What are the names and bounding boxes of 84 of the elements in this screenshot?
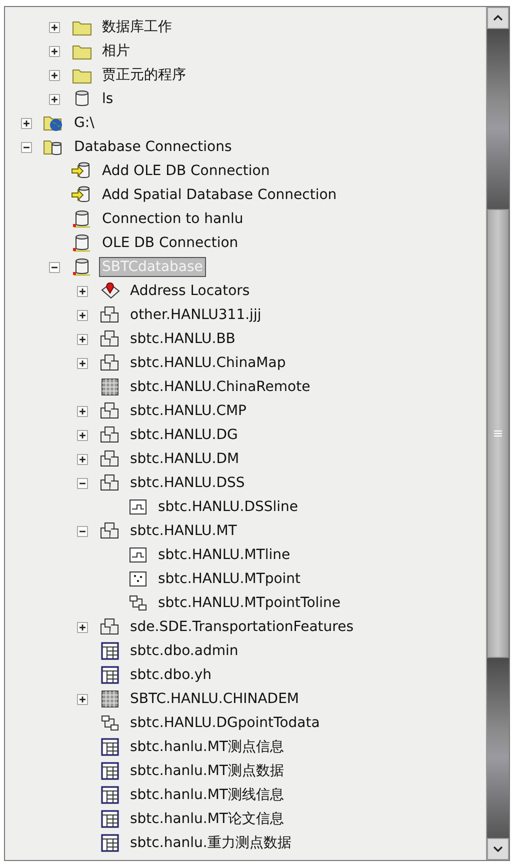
grip-icon (494, 430, 502, 437)
tree-item[interactable]: sde.SDE.TransportationFeatures (127, 617, 356, 637)
scrollbar[interactable] (486, 7, 509, 860)
collapse-icon[interactable] (76, 526, 88, 536)
table-icon (99, 641, 121, 661)
point-icon (127, 569, 149, 589)
tree-item[interactable]: sbtc.dbo.admin (127, 641, 242, 661)
database-icon (71, 257, 93, 277)
tree-item[interactable]: sbtc.HANLU.MTpoint (155, 569, 304, 589)
dataset-icon (99, 473, 121, 493)
dataset-icon (99, 305, 121, 325)
expand-icon[interactable] (76, 334, 88, 344)
tree-item[interactable]: sbtc.hanlu.MT测点信息 (127, 736, 287, 758)
dataset-icon (99, 617, 121, 637)
tree-item[interactable]: sbtc.HANLU.DSSline (155, 497, 302, 517)
collapse-icon[interactable] (48, 262, 60, 272)
expand-icon[interactable] (48, 46, 60, 56)
dataset-icon (99, 353, 121, 373)
tree-item[interactable]: Connection to hanlu (99, 209, 246, 229)
tree-item[interactable]: sbtc.HANLU.CMP (127, 401, 250, 421)
relationship-icon (127, 593, 149, 613)
tree-item[interactable]: sbtc.hanlu.MT测点数据 (127, 760, 287, 782)
table-icon (99, 785, 121, 805)
expand-icon[interactable] (76, 454, 88, 464)
tree-item[interactable]: SBTC.HANLU.CHINADEM (127, 689, 302, 709)
expand-icon[interactable] (20, 118, 32, 128)
database-icon (71, 233, 93, 253)
relationship-icon (99, 713, 121, 733)
grid-icon (99, 689, 121, 709)
expand-icon[interactable] (48, 70, 60, 80)
tree-item[interactable]: 数据库工作 (99, 16, 175, 38)
expand-icon[interactable] (76, 622, 88, 632)
expand-icon[interactable] (76, 406, 88, 416)
expand-icon[interactable] (76, 286, 88, 296)
database-icon (71, 209, 93, 229)
table-icon (99, 833, 121, 853)
expand-icon[interactable] (76, 358, 88, 368)
table-icon (99, 737, 121, 757)
tree-item[interactable]: sbtc.HANLU.DG (127, 425, 241, 445)
tree-item[interactable]: Add Spatial Database Connection (99, 185, 340, 205)
expand-icon[interactable] (76, 694, 88, 704)
tree-item[interactable]: sbtc.dbo.yh (127, 665, 215, 685)
tree-item[interactable]: sbtc.HANLU.MT (127, 521, 240, 541)
scroll-up-button[interactable] (487, 7, 509, 29)
tree-item[interactable]: sbtc.hanlu.MT论文信息 (127, 808, 287, 830)
scroll-down-button[interactable] (487, 838, 509, 860)
tree-item[interactable]: sbtc.HANLU.ChinaRemote (127, 377, 314, 397)
dataset-icon (99, 521, 121, 541)
tree-item[interactable]: ls (99, 89, 116, 109)
tree-item[interactable]: Address Locators (127, 281, 253, 301)
tree-item[interactable]: sbtc.HANLU.DSS (127, 473, 248, 493)
expand-icon[interactable] (76, 310, 88, 320)
expand-icon[interactable] (76, 430, 88, 440)
grid-icon (99, 377, 121, 397)
collapse-icon[interactable] (76, 478, 88, 488)
tree-item[interactable]: OLE DB Connection (99, 233, 242, 253)
caret-down-icon (493, 846, 503, 852)
caret-up-icon (493, 15, 503, 21)
tree-item[interactable]: Add OLE DB Connection (99, 161, 273, 181)
dataset-icon (99, 425, 121, 445)
tree-item[interactable]: 贾正元的程序 (99, 64, 189, 86)
scroll-thumb[interactable] (487, 209, 509, 658)
table-icon (99, 665, 121, 685)
dataset-icon (99, 449, 121, 469)
tree-item[interactable]: sbtc.HANLU.DM (127, 449, 242, 469)
dataset-icon (99, 401, 121, 421)
collapse-icon[interactable] (20, 142, 32, 152)
tree-item[interactable]: sbtc.hanlu.MT测线信息 (127, 784, 287, 806)
expand-icon[interactable] (48, 22, 60, 32)
table-icon (99, 809, 121, 829)
tree-item[interactable]: sbtc.HANLU.MTline (155, 545, 294, 565)
tree-item[interactable]: 相片 (99, 40, 133, 62)
expand-icon[interactable] (48, 94, 60, 104)
pin-icon (99, 281, 121, 301)
tree-item[interactable]: sbtc.hanlu.重力测点数据 (127, 832, 294, 854)
table-icon (99, 761, 121, 781)
dataset-icon (99, 329, 121, 349)
tree-item[interactable]: Database Connections (71, 137, 235, 157)
tree-item[interactable]: sbtc.HANLU.ChinaMap (127, 353, 289, 373)
tree-item[interactable]: sbtc.HANLU.BB (127, 329, 238, 349)
tree-item[interactable]: sbtc.HANLU.DGpointTodata (127, 713, 323, 733)
tree-item[interactable]: G:\ (71, 113, 98, 133)
tree-item[interactable]: other.HANLU311.jjj (127, 305, 264, 325)
tree-item[interactable]: sbtc.HANLU.MTpointToline (155, 593, 344, 613)
